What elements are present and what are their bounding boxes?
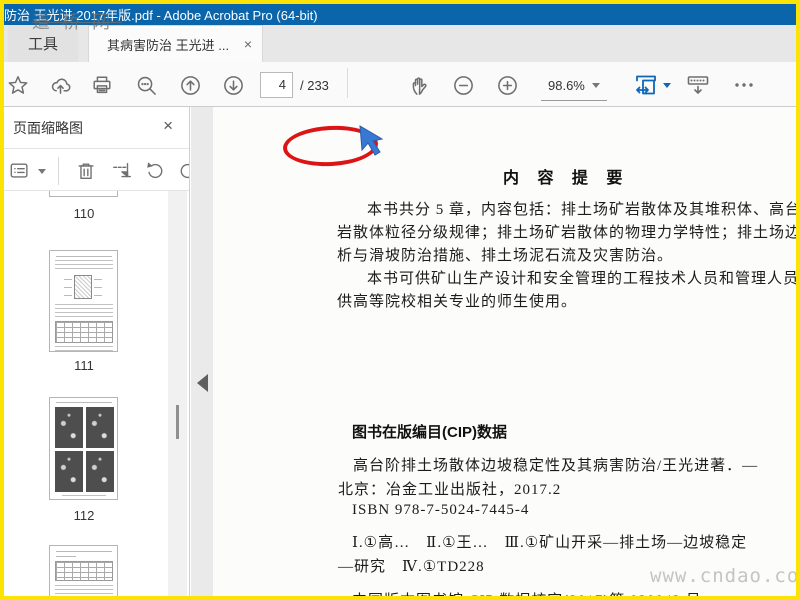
- thumbnail-options-icon[interactable]: [8, 159, 32, 183]
- summary-title: 内 容 提 要: [503, 170, 630, 187]
- panel-scrollbar[interactable]: [168, 191, 187, 600]
- collapse-panel-icon[interactable]: [197, 374, 208, 392]
- rotate-left-icon[interactable]: [143, 159, 167, 183]
- thumbnail-options-caret-icon[interactable]: [38, 169, 46, 174]
- cip-line: —研究 Ⅳ.①TD228: [338, 559, 485, 575]
- site-watermark-bottom: www.cndao.com: [650, 565, 800, 587]
- thumbnails-panel: 页面缩略图 × 110 111 112: [0, 107, 190, 600]
- main-toolbar: 4 / 233 98.6%: [0, 62, 800, 169]
- panel-title: 页面缩略图: [13, 120, 83, 136]
- thumbnail-page-111[interactable]: [49, 250, 118, 352]
- panel-toolbar-separator: [58, 157, 59, 185]
- thumbnail-page-112[interactable]: [49, 397, 118, 500]
- tab-document-label: 其病害防治 王光进 ...: [107, 37, 230, 53]
- previous-page-icon[interactable]: [178, 73, 202, 97]
- panel-header: 页面缩略图 ×: [0, 107, 189, 148]
- hand-tool-icon[interactable]: [408, 73, 432, 97]
- hide-toolbar-icon[interactable]: [686, 73, 710, 97]
- fit-width-icon[interactable]: [634, 73, 658, 97]
- document-viewer: 内 容 提 要 本书共分 5 章，内容包括：排土场矿岩散体及其堆积体、高台阶排土…: [191, 107, 800, 600]
- thumbnail-label-111: 111: [74, 358, 94, 373]
- panel-toolbar: [0, 148, 189, 191]
- cip-footer-line: 中国版本图书馆 CIP 数据核字(2017)第 020042 号: [352, 589, 702, 600]
- share-upload-icon[interactable]: [48, 73, 72, 97]
- thumbnails-list: 110 111 112: [0, 191, 190, 600]
- acrobat-window: 害防治 王光进 2017年版.pdf - Adobe Acrobat Pro (…: [0, 0, 800, 600]
- cip-line: ISBN 978-7-5024-7445-4: [352, 502, 530, 518]
- toolbar-separator: [347, 68, 348, 98]
- crop-page-icon[interactable]: [110, 159, 134, 183]
- thumbnail-label-110: 110: [73, 206, 95, 221]
- thumbnail-label-112: 112: [73, 508, 95, 523]
- zoom-out-icon[interactable]: [451, 73, 475, 97]
- thumbnail-page-110[interactable]: [49, 191, 118, 197]
- zoom-caret-icon[interactable]: [592, 83, 600, 88]
- delete-page-icon[interactable]: [74, 159, 98, 183]
- summary-line: 析与滑坡防治措施、排土场泥石流及灾害防治。: [337, 248, 674, 264]
- pdf-page: 内 容 提 要 本书共分 5 章，内容包括：排土场矿岩散体及其堆积体、高台阶排土…: [213, 107, 800, 600]
- cip-line: 高台阶排土场散体边坡稳定性及其病害防治/王光进著．—: [353, 458, 759, 474]
- cip-line: Ⅰ.①高… Ⅱ.①王… Ⅲ.①矿山开采—排土场—边坡稳定: [352, 535, 748, 551]
- search-icon[interactable]: [134, 73, 158, 97]
- page-number-input[interactable]: 4: [260, 72, 293, 98]
- summary-line: 本书共分 5 章，内容包括：排土场矿岩散体及其堆积体、高台阶排土: [367, 202, 800, 218]
- next-page-icon[interactable]: [221, 73, 245, 97]
- cip-heading: 图书在版编目(CIP)数据: [352, 424, 507, 441]
- tab-tools-label: 工具: [27, 36, 58, 53]
- cip-line: 北京：冶金工业出版社，2017.2: [338, 482, 562, 498]
- zoom-level-value[interactable]: 98.6%: [548, 78, 585, 93]
- panel-close-icon[interactable]: ×: [163, 116, 173, 136]
- mouse-cursor-icon: [354, 124, 386, 169]
- summary-line: 本书可供矿山生产设计和安全管理的工程技术人员和管理人员参考，: [367, 271, 800, 287]
- print-icon[interactable]: [90, 73, 114, 97]
- page-total-label: / 233: [300, 78, 329, 93]
- tab-close-icon[interactable]: ×: [244, 36, 252, 52]
- fit-width-caret-icon[interactable]: [663, 83, 671, 88]
- more-tools-icon[interactable]: [732, 73, 756, 97]
- rotate-right-icon[interactable]: [176, 159, 189, 183]
- summary-line: 岩散体粒径分级规律；排土场矿岩散体的物理力学特性；排土场边坡稳定: [337, 225, 800, 241]
- favorites-star-icon[interactable]: [6, 73, 30, 97]
- thumbnail-page-113[interactable]: [49, 545, 118, 600]
- site-watermark-top: 道桥网: [32, 12, 122, 32]
- summary-line: 供高等院校相关专业的师生使用。: [337, 294, 578, 310]
- zoom-underline: [541, 100, 607, 101]
- zoom-in-icon[interactable]: [495, 73, 519, 97]
- panel-scrollbar-thumb[interactable]: [176, 405, 179, 439]
